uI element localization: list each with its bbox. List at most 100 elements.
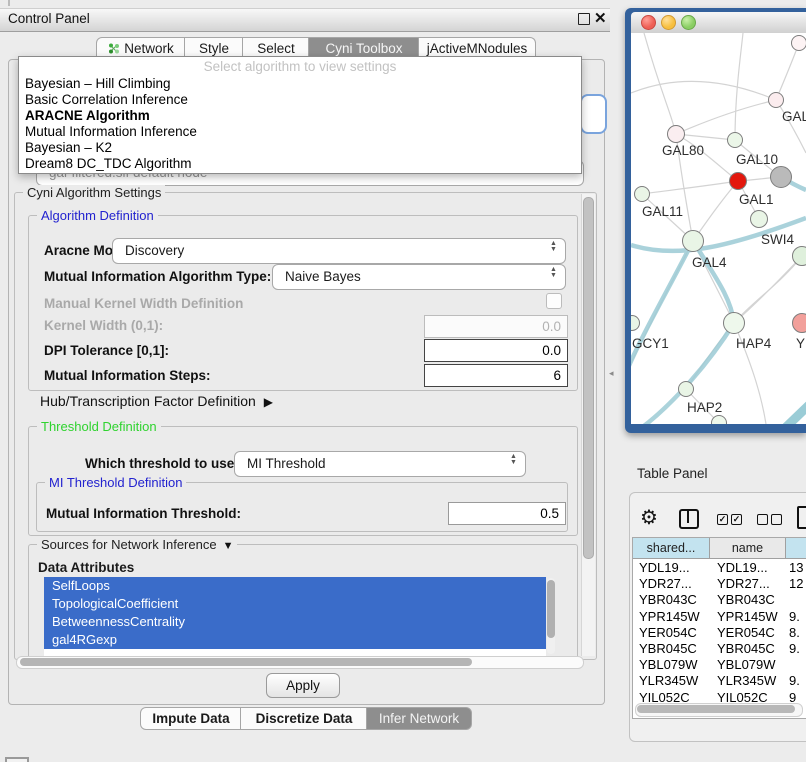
network-node[interactable] — [770, 166, 792, 188]
network-window-titlebar[interactable] — [631, 12, 806, 34]
unchecked-box-icon[interactable] — [757, 514, 768, 525]
table-row[interactable]: YLR345WYLR345W9. — [633, 673, 806, 689]
network-node[interactable] — [678, 381, 694, 397]
network-canvas[interactable]: GALGAL80GAL10GAL1GAL11SWI4GAL4GCY1HAP4YH… — [631, 33, 806, 424]
dpi-tolerance-label: DPI Tolerance [0,1]: — [44, 343, 169, 358]
combo-arrows-icon: ▲▼ — [509, 454, 518, 466]
gear-icon[interactable]: ⚙ — [640, 505, 658, 530]
kernel-width-field[interactable]: 0.0 — [424, 315, 568, 338]
network-node[interactable] — [750, 210, 768, 228]
horizontal-scrollbar-thumb[interactable] — [20, 658, 472, 666]
checked-box-icon[interactable]: ✓ — [717, 514, 728, 525]
mi-steps-field[interactable]: 6 — [424, 364, 568, 387]
algorithm-option[interactable]: Bayesian – K2 — [19, 140, 581, 156]
algorithm-option[interactable]: Mutual Information Inference — [19, 124, 581, 140]
network-node[interactable] — [634, 186, 650, 202]
table-cell: YER054C — [711, 625, 787, 641]
network-node[interactable] — [727, 132, 743, 148]
table-cell: 9. — [787, 673, 806, 689]
network-node[interactable] — [792, 246, 806, 266]
close-panel-icon[interactable]: ✕ — [594, 9, 607, 27]
tab-infer-network[interactable]: Infer Network — [366, 707, 472, 730]
control-panel-titlebar — [0, 8, 610, 32]
attributes-scrollbar-thumb[interactable] — [547, 580, 555, 638]
tab-label: Style — [199, 41, 229, 56]
network-node[interactable] — [729, 172, 747, 190]
table-row[interactable]: YER054CYER054C8. — [633, 625, 806, 641]
network-node[interactable] — [791, 35, 806, 51]
column-header-shared[interactable]: shared... — [633, 538, 710, 559]
table-cell: YBR043C — [633, 592, 711, 608]
sources-title[interactable]: Sources for Network Inference ▼ — [37, 537, 237, 552]
node-label: Y — [796, 336, 805, 351]
sources-title-text: Sources for Network Inference — [41, 537, 217, 552]
node-label: SWI4 — [761, 232, 794, 247]
tab-label: Network — [124, 41, 174, 56]
table-cell: YDL19... — [711, 560, 787, 576]
table-row[interactable]: YDR27...YDR27...12 — [633, 576, 806, 592]
divider-tick — [8, 0, 10, 6]
node-label: GAL — [782, 109, 806, 124]
data-attributes-list[interactable]: SelfLoopsTopologicalCoefficientBetweenne… — [44, 577, 546, 656]
table-scrollbar-thumb[interactable] — [637, 705, 795, 713]
hub-definition-expander[interactable]: Hub/Transcription Factor Definition▶ — [40, 393, 273, 409]
mi-threshold-field[interactable]: 0.5 — [448, 502, 566, 525]
algorithm-option[interactable]: Basic Correlation Inference — [19, 92, 581, 108]
column-header-name[interactable]: name — [710, 538, 786, 559]
manual-kernel-checkbox[interactable] — [546, 293, 562, 309]
collapse-arrow-icon: ▼ — [223, 540, 234, 552]
tab-label: Impute Data — [152, 711, 229, 726]
network-node[interactable] — [792, 313, 806, 333]
table-panel-title: Table Panel — [637, 466, 708, 481]
table-cell: YBR045C — [711, 641, 787, 657]
tab-impute-data[interactable]: Impute Data — [140, 707, 242, 730]
mi-type-combo[interactable]: Naive Bayes ▲▼ — [272, 264, 566, 290]
algorithm-option[interactable]: ARACNE Algorithm — [19, 108, 581, 124]
network-node[interactable] — [682, 230, 704, 252]
document-icon[interactable] — [797, 506, 806, 529]
apply-button[interactable]: Apply — [266, 673, 340, 698]
tab-discretize-data[interactable]: Discretize Data — [240, 707, 368, 730]
algorithm-list: Bayesian – Hill ClimbingBasic Correlatio… — [19, 76, 581, 172]
algorithm-dropdown: Select algorithm to view settings Bayesi… — [18, 56, 582, 174]
table-cell: YLR345W — [633, 673, 711, 689]
minimize-window-icon[interactable] — [661, 15, 676, 30]
table-rows: YDL19...YDL19...13YDR27...YDR27...12YBR0… — [633, 560, 806, 705]
table-row[interactable]: YBR043CYBR043C — [633, 592, 806, 608]
column-header-partial[interactable] — [786, 538, 806, 559]
data-attribute-item[interactable]: BetweennessCentrality — [44, 613, 546, 631]
aracne-mode-combo[interactable]: Discovery ▲▼ — [112, 238, 566, 264]
table-cell: 9. — [787, 641, 806, 657]
table-row[interactable]: YBR045CYBR045C9. — [633, 641, 806, 657]
table-cell: YDL19... — [633, 560, 711, 576]
settings-scrollbar-thumb[interactable] — [583, 197, 594, 559]
algorithm-option[interactable]: Bayesian – Hill Climbing — [19, 76, 581, 92]
table-row[interactable]: YPR145WYPR145W9. — [633, 609, 806, 625]
control-panel-title: Control Panel — [8, 11, 90, 26]
column-layout-icon[interactable] — [679, 509, 699, 529]
network-node[interactable] — [667, 125, 685, 143]
network-tree-icon — [108, 39, 120, 50]
table-row[interactable]: YDL19...YDL19...13 — [633, 560, 806, 576]
checked-box-icon[interactable]: ✓ — [731, 514, 742, 525]
data-attribute-item[interactable]: SelfLoops — [44, 577, 546, 595]
table-row[interactable]: YBL079WYBL079W — [633, 657, 806, 673]
table-cell: YBL079W — [633, 657, 711, 673]
splitter-handle-icon[interactable]: ◂ — [609, 368, 614, 379]
dpi-tolerance-field[interactable]: 0.0 — [424, 339, 568, 362]
tab-label: Select — [257, 41, 295, 56]
data-attribute-item[interactable]: gal4RGexp — [44, 631, 546, 649]
combo-arrows-icon: ▲▼ — [549, 267, 558, 279]
zoom-window-icon[interactable] — [681, 15, 696, 30]
network-node[interactable] — [711, 415, 727, 424]
which-threshold-combo[interactable]: MI Threshold ▲▼ — [234, 451, 526, 477]
network-node[interactable] — [768, 92, 784, 108]
data-attribute-item[interactable]: TopologicalCoefficient — [44, 595, 546, 613]
float-window-icon[interactable] — [578, 13, 590, 25]
algorithm-option[interactable]: Dream8 DC_TDC Algorithm — [19, 156, 581, 172]
mi-threshold-title: MI Threshold Definition — [45, 475, 186, 490]
close-window-icon[interactable] — [641, 15, 656, 30]
network-node[interactable] — [723, 312, 745, 334]
unchecked-box-icon[interactable] — [771, 514, 782, 525]
threshold-definition-title: Threshold Definition — [37, 419, 161, 434]
